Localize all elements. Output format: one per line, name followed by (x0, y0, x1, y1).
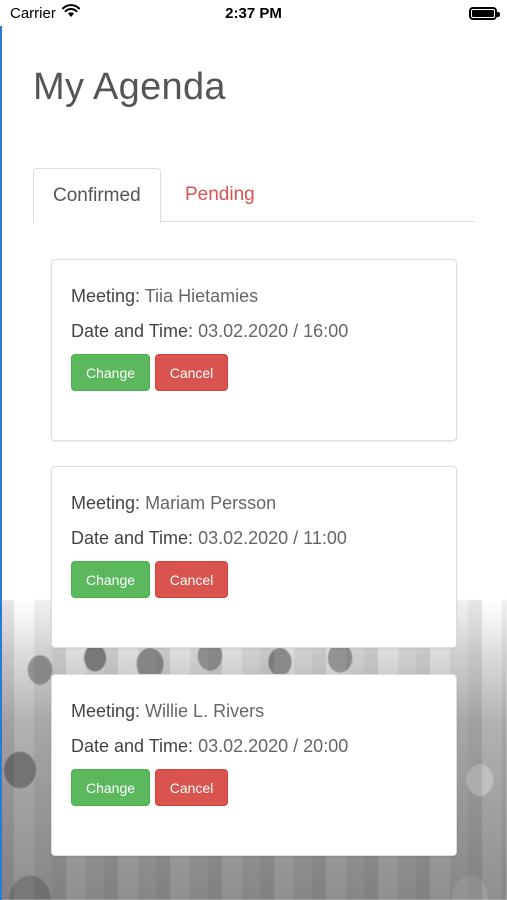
meeting-card: Meeting: Mariam Persson Date and Time: 0… (51, 466, 457, 648)
meeting-row: Meeting: Mariam Persson (71, 493, 438, 514)
agenda-tabs: Confirmed Pending (33, 168, 475, 223)
meeting-name: Tiia Hietamies (144, 286, 259, 306)
meeting-date-time: 03.02.2020 / 20:00 (198, 736, 349, 756)
meeting-card: Meeting: Tiia Hietamies Date and Time: 0… (51, 259, 457, 441)
page-title: My Agenda (33, 66, 226, 108)
date-time-label: Date and Time: (71, 321, 194, 341)
meeting-label: Meeting: (71, 286, 141, 306)
date-time-row: Date and Time: 03.02.2020 / 20:00 (71, 736, 438, 757)
meeting-row: Meeting: Tiia Hietamies (71, 286, 438, 307)
left-edge-accent (0, 26, 2, 900)
wifi-icon (61, 4, 80, 22)
date-time-label: Date and Time: (71, 736, 194, 756)
meeting-name: Mariam Persson (145, 493, 277, 513)
date-time-row: Date and Time: 03.02.2020 / 11:00 (71, 528, 438, 549)
status-bar: Carrier 2:37 PM (0, 0, 507, 26)
tab-confirmed[interactable]: Confirmed (33, 168, 161, 223)
change-button[interactable]: Change (71, 561, 150, 598)
meeting-name: Willie L. Rivers (145, 701, 265, 721)
battery-fill (472, 9, 494, 17)
change-button[interactable]: Change (71, 769, 150, 806)
status-left: Carrier (10, 4, 80, 22)
cancel-button[interactable]: Cancel (155, 354, 228, 391)
battery-icon (469, 6, 500, 20)
meeting-actions: Change Cancel (71, 769, 438, 806)
app-screen: Carrier 2:37 PM My Agenda Confirmed Pend… (0, 0, 507, 900)
date-time-row: Date and Time: 03.02.2020 / 16:00 (71, 321, 438, 342)
meeting-row: Meeting: Willie L. Rivers (71, 701, 438, 722)
meeting-actions: Change Cancel (71, 354, 438, 391)
cancel-button[interactable]: Cancel (155, 561, 228, 598)
tab-pending[interactable]: Pending (166, 168, 274, 222)
meeting-label: Meeting: (71, 493, 141, 513)
meeting-label: Meeting: (71, 701, 141, 721)
carrier-label: Carrier (10, 4, 56, 22)
meeting-date-time: 03.02.2020 / 11:00 (198, 528, 347, 548)
cancel-button[interactable]: Cancel (155, 769, 228, 806)
date-time-label: Date and Time: (71, 528, 194, 548)
meeting-actions: Change Cancel (71, 561, 438, 598)
meeting-date-time: 03.02.2020 / 16:00 (198, 321, 349, 341)
change-button[interactable]: Change (71, 354, 150, 391)
meeting-card: Meeting: Willie L. Rivers Date and Time:… (51, 674, 457, 856)
